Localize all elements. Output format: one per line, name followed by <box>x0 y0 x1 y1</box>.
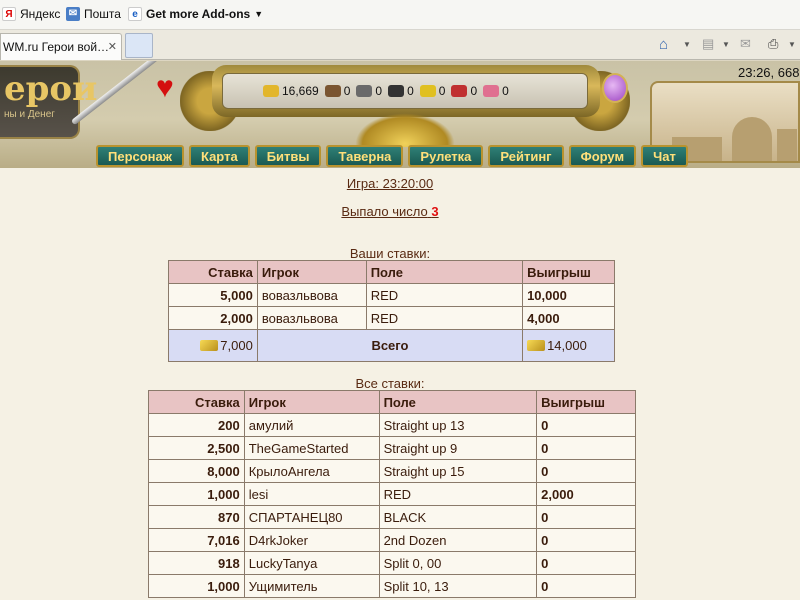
wood-resource: 0 <box>324 84 350 98</box>
sulfur-icon <box>419 85 436 97</box>
ie-icon: e <box>128 7 142 21</box>
nav-character[interactable]: Персонаж <box>96 145 184 167</box>
print-icon[interactable]: ⎙ <box>768 36 778 52</box>
gold-icon <box>263 85 279 97</box>
nav-tavern[interactable]: Таверна <box>326 145 404 167</box>
main-content: Игра: 23:20:00 Выпало число 3 Ваши ставк… <box>0 168 800 600</box>
table-row: 200 амулий Straight up 13 0 <box>148 413 636 437</box>
sulfur-resource: 0 <box>419 84 445 98</box>
server-clock: 23:26, 668 <box>738 65 800 80</box>
mail-toolbar-icon[interactable]: ✉ <box>740 36 751 52</box>
all-bets-table: Ставка Игрок Поле Выигрыш 200 амулий Strai… <box>148 390 636 598</box>
crystal-resource: 0 <box>451 84 477 98</box>
mail-icon: ✉ <box>66 7 80 21</box>
table-row: 7,016 D4rkJoker 2nd Dozen 0 <box>148 528 636 552</box>
table-row: 870 СПАРТАНЕЦ80 BLACK 0 <box>148 505 636 529</box>
bookmark-addons[interactable]: e Get more Add-ons ▼ <box>128 7 263 21</box>
tab-game[interactable]: WM.ru Герои вой… ✕ <box>0 33 122 60</box>
bookmarks-bar: Я Яндекс ✉ Пошта e Get more Add-ons ▼ <box>0 0 800 30</box>
roulette-result: Выпало число 3 <box>341 204 439 219</box>
gold-icon <box>527 340 546 351</box>
nav-battles[interactable]: Битвы <box>254 145 322 167</box>
bookmark-yandex[interactable]: Я Яндекс <box>2 7 60 21</box>
dropdown-arrow-icon: ▼ <box>254 9 264 19</box>
yandex-icon: Я <box>2 7 16 21</box>
gems-icon <box>483 85 500 97</box>
your-bets-table: Ставка Игрок Поле Выигрыш 5,000 вовазльв… <box>168 260 615 362</box>
gold-icon <box>200 340 219 351</box>
new-tab-button[interactable] <box>125 33 153 58</box>
tab-bar: WM.ru Герои вой… ✕ <box>0 30 800 60</box>
crystal-icon <box>451 85 468 97</box>
nav-map[interactable]: Карта <box>188 145 250 167</box>
home-dropdown-icon[interactable]: ▼ <box>683 40 691 49</box>
your-bets-caption: Ваши ставки: <box>349 246 431 261</box>
resources-bar: 16,669 0 0 0 0 0 0 <box>222 73 588 109</box>
total-row: 7,000 Всего 14,000 <box>168 329 615 362</box>
table-row: 2,500 TheGameStarted Straight up 90 <box>148 436 636 460</box>
table-header-row: Ставка Игрок Поле Выигрыш <box>168 260 615 284</box>
game-time-link[interactable]: Игра: 23:20:00 <box>0 176 780 191</box>
ore-icon <box>356 85 373 97</box>
table-row: 1,000 Ущимитель Split 10, 13 0 <box>148 574 636 598</box>
mana-potion-icon <box>602 73 628 103</box>
mercury-resource: 0 <box>388 84 414 98</box>
gold-resource: 16,669 <box>263 84 319 98</box>
table-row: 8,000 КрылоАнгела Straight up 15 0 <box>148 459 636 483</box>
table-row: 2,000 вовазльвова RED 4,000 <box>168 306 615 330</box>
ore-resource: 0 <box>356 84 382 98</box>
nav-roulette[interactable]: Рулетка <box>408 145 484 167</box>
wood-icon <box>324 85 341 97</box>
bookmark-mail[interactable]: ✉ Пошта <box>66 7 121 21</box>
table-row: 5,000 вовазльвова RED 10,000 <box>168 283 615 307</box>
mercury-icon <box>388 85 405 97</box>
all-bets-caption: Все ставки: <box>355 376 425 391</box>
nav-chat[interactable]: Чат <box>641 145 688 167</box>
feeds-icon[interactable]: ▤ <box>702 36 714 52</box>
table-row: 918 LuckyTanya Split 0, 00 0 <box>148 551 636 575</box>
nav-rating[interactable]: Рейтинг <box>488 145 564 167</box>
game-logo[interactable]: ерои ны и Денег <box>0 65 97 139</box>
home-icon[interactable]: ⌂ <box>659 36 668 53</box>
result-number: 3 <box>431 204 439 219</box>
gems-resource: 0 <box>483 84 509 98</box>
table-header-row: Ставка Игрок Поле Выигрыш <box>148 390 636 414</box>
feeds-dropdown-icon[interactable]: ▼ <box>722 40 730 49</box>
main-nav: Персонаж Карта Битвы Таверна Рулетка Рей… <box>96 145 688 169</box>
tab-close-icon[interactable]: ✕ <box>108 40 117 53</box>
health-heart-icon: ♥ <box>156 71 174 104</box>
table-row: 1,000 lesi RED 2,000 <box>148 482 636 506</box>
nav-forum[interactable]: Форум <box>568 145 637 167</box>
gold-pile-decoration <box>355 113 455 147</box>
print-dropdown-icon[interactable]: ▼ <box>788 40 796 49</box>
